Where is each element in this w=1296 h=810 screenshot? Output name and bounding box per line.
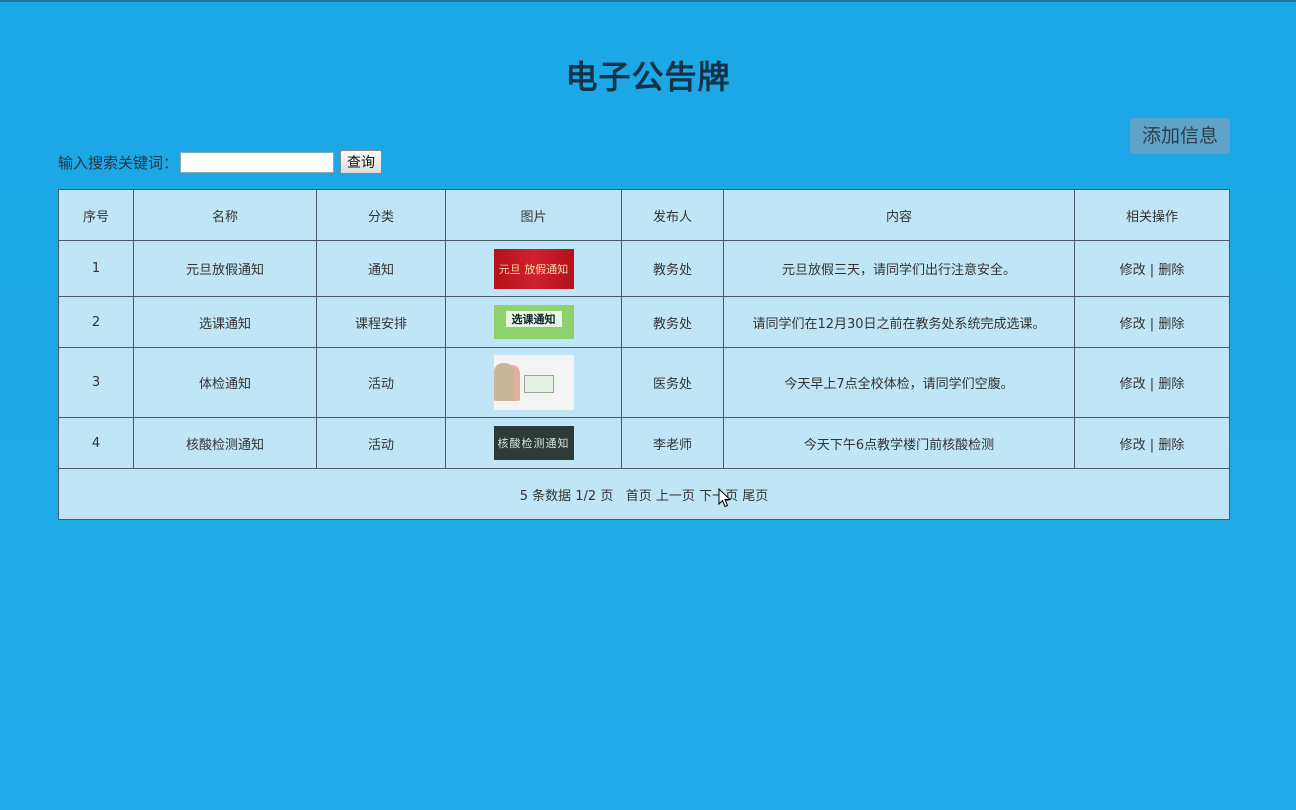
delete-link[interactable]: 删除 (1158, 438, 1184, 453)
delete-link[interactable]: 删除 (1158, 377, 1184, 392)
header-name: 名称 (133, 189, 317, 241)
notice-table: 序号 名称 分类 图片 发布人 内容 相关操作 1 元旦放假通知 通知 元旦 放… (58, 189, 1230, 520)
thumbnail-text: 选课通知 (505, 311, 562, 327)
cell-category: 课程安排 (316, 296, 446, 348)
header-image: 图片 (445, 189, 622, 241)
ops-separator: | (1149, 263, 1155, 278)
top-border (0, 0, 1296, 2)
header-actions: 相关操作 (1074, 189, 1230, 241)
ops-separator: | (1149, 377, 1155, 392)
notice-thumbnail (493, 355, 574, 410)
cell-category: 活动 (316, 347, 446, 418)
header-category: 分类 (316, 189, 446, 241)
cell-image: 选课通知 (445, 296, 622, 348)
cell-category: 活动 (316, 417, 446, 469)
pagination-row: 5 条数据 1/2 页 首页 上一页 下一页 尾页 (58, 468, 1230, 520)
search-input[interactable] (180, 151, 335, 173)
search-label: 输入搜索关键词： (58, 153, 179, 172)
add-info-button[interactable]: 添加信息 (1130, 118, 1230, 154)
thumbnail-text: 元旦 放假通知 (498, 262, 569, 276)
cell-publisher: 教务处 (621, 296, 724, 348)
sign-board (523, 375, 554, 393)
notice-thumbnail: 核酸检测通知 (493, 426, 574, 460)
cell-category: 通知 (316, 240, 446, 297)
table-header-row: 序号 名称 分类 图片 发布人 内容 相关操作 (58, 189, 1230, 241)
table-row: 2 选课通知 课程安排 选课通知 教务处 请同学们在12月30日之前在教务处系统… (58, 296, 1230, 348)
table-row: 1 元旦放假通知 通知 元旦 放假通知 教务处 元旦放假三天，请同学们出行注意安… (58, 240, 1230, 297)
cell-index: 4 (58, 417, 134, 469)
last-page-link[interactable]: 尾页 (742, 489, 768, 504)
search-bar: 输入搜索关键词： 查询 (58, 150, 383, 174)
notice-thumbnail: 选课通知 (493, 305, 574, 339)
ops-separator: | (1149, 316, 1155, 332)
cell-actions: 修改 | 删除 (1074, 347, 1230, 418)
cell-name: 元旦放假通知 (133, 240, 317, 297)
cell-publisher: 医务处 (621, 347, 724, 418)
cell-name: 体检通知 (133, 347, 317, 418)
header-publisher: 发布人 (621, 189, 724, 241)
pagination: 5 条数据 1/2 页 首页 上一页 下一页 尾页 (58, 468, 1230, 520)
edit-link[interactable]: 修改 (1120, 263, 1146, 278)
cell-actions: 修改 | 删除 (1074, 417, 1230, 469)
page-title: 电子公告牌 (565, 58, 731, 96)
cell-publisher: 李老师 (621, 417, 724, 469)
first-page-link[interactable]: 首页 (626, 489, 652, 504)
edit-link[interactable]: 修改 (1120, 317, 1146, 332)
notice-thumbnail: 元旦 放假通知 (493, 248, 574, 289)
cell-index: 2 (58, 296, 134, 348)
elder-figure (493, 363, 514, 401)
pagination-summary: 5 条数据 1/2 页 (519, 488, 614, 504)
cell-content: 元旦放假三天，请同学们出行注意安全。 (723, 240, 1075, 297)
cell-image: 核酸检测通知 (445, 417, 622, 469)
header-content: 内容 (723, 189, 1075, 241)
ops-separator: | (1149, 437, 1155, 453)
thumbnail-text: 核酸检测通知 (497, 437, 570, 450)
table-row: 4 核酸检测通知 活动 核酸检测通知 李老师 今天下午6点教学楼门前核酸检测 修… (58, 417, 1230, 469)
prev-page-link[interactable]: 上一页 (656, 489, 695, 504)
cell-content: 今天下午6点教学楼门前核酸检测 (723, 417, 1075, 469)
cell-image (445, 347, 622, 418)
delete-link[interactable]: 删除 (1158, 263, 1184, 278)
delete-link[interactable]: 删除 (1158, 317, 1184, 332)
search-button[interactable]: 查询 (340, 150, 383, 174)
cell-actions: 修改 | 删除 (1074, 296, 1230, 348)
edit-link[interactable]: 修改 (1120, 438, 1146, 453)
cell-index: 1 (58, 240, 134, 297)
cell-name: 核酸检测通知 (133, 417, 317, 469)
cell-content: 今天早上7点全校体检，请同学们空腹。 (723, 347, 1075, 418)
cell-content: 请同学们在12月30日之前在教务处系统完成选课。 (723, 296, 1075, 348)
cell-publisher: 教务处 (621, 240, 724, 297)
table-row: 3 体检通知 活动 医务处 今天早上7点全校体检，请同学们空腹。 修改 | 删除 (58, 347, 1230, 418)
cell-actions: 修改 | 删除 (1074, 240, 1230, 297)
cell-image: 元旦 放假通知 (445, 240, 622, 297)
header-index: 序号 (58, 189, 134, 241)
edit-link[interactable]: 修改 (1120, 377, 1146, 392)
mouse-cursor-icon (718, 488, 732, 508)
cell-index: 3 (58, 347, 134, 418)
cell-name: 选课通知 (133, 296, 317, 348)
